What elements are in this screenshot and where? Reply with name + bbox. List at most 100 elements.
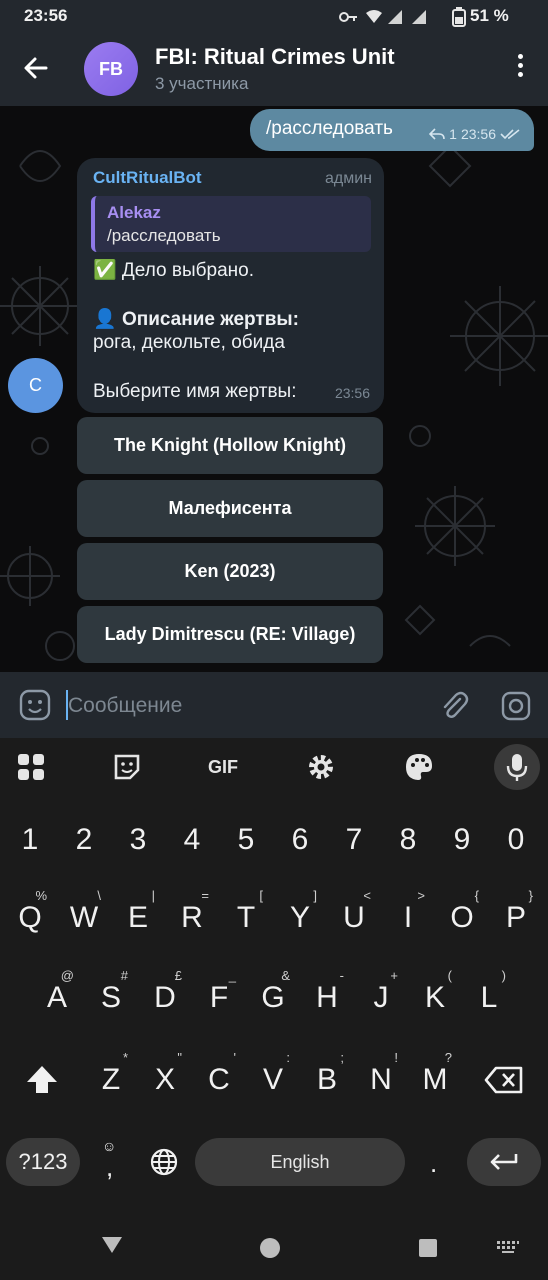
- member-count: 3 участника: [155, 74, 249, 93]
- key-h[interactable]: H-: [302, 966, 352, 1030]
- camera-icon[interactable]: [500, 690, 532, 722]
- keyboard-toolbar: GIF: [0, 738, 548, 796]
- back-arrow-icon[interactable]: [18, 50, 54, 86]
- nav-home-icon[interactable]: [259, 1237, 281, 1259]
- gif-button[interactable]: GIF: [206, 750, 240, 784]
- key-l-label: L: [480, 981, 498, 1014]
- key-v[interactable]: V:: [248, 1048, 298, 1112]
- key-s[interactable]: S #: [86, 966, 136, 1030]
- key-l[interactable]: L): [464, 966, 514, 1030]
- key-5[interactable]: 5: [221, 808, 271, 872]
- key-9[interactable]: 9: [437, 808, 487, 872]
- key-i[interactable]: I >: [383, 886, 433, 950]
- key-x[interactable]: X ": [140, 1048, 190, 1112]
- key-b[interactable]: B;: [302, 1048, 352, 1112]
- key-y[interactable]: Y]: [275, 886, 325, 950]
- inline-button-option-4[interactable]: Lady Dimitrescu (RE: Village): [77, 606, 383, 663]
- sticker-emoji-icon[interactable]: [18, 688, 52, 722]
- apps-grid-icon[interactable]: [14, 750, 48, 784]
- key-1[interactable]: 1: [5, 808, 55, 872]
- key-e[interactable]: E |: [113, 886, 163, 950]
- status-icons: [339, 10, 426, 24]
- key-n-label: N: [370, 1063, 392, 1096]
- incoming-message[interactable]: CultRitualBot админ Alekaz /расследовать…: [77, 158, 384, 413]
- emoji-comma-key[interactable]: ☺ ,: [92, 1136, 128, 1188]
- key-6[interactable]: 6: [275, 808, 325, 872]
- key-0[interactable]: 0: [491, 808, 541, 872]
- key-d[interactable]: D £: [140, 966, 190, 1030]
- key-m-alt: ?: [444, 1050, 452, 1065]
- key-m-label: M: [422, 1063, 448, 1096]
- key-a-alt: @: [60, 968, 74, 983]
- microphone-icon[interactable]: [500, 750, 534, 784]
- sticker-icon[interactable]: [110, 750, 144, 784]
- key-f[interactable]: F _: [194, 966, 244, 1030]
- key-t[interactable]: T[: [221, 886, 271, 950]
- attach-icon[interactable]: [438, 690, 470, 722]
- key-c[interactable]: C ': [194, 1048, 244, 1112]
- period-key[interactable]: .: [430, 1148, 437, 1179]
- key-j[interactable]: J +: [356, 966, 406, 1030]
- key-r[interactable]: R =: [167, 886, 217, 950]
- nav-back-icon[interactable]: [100, 1235, 124, 1255]
- message-input[interactable]: Сообщение: [68, 694, 182, 718]
- key-n[interactable]: N!: [356, 1048, 406, 1112]
- victim-description-label: Описание жертвы:: [121, 309, 299, 330]
- backspace-icon[interactable]: [484, 1066, 524, 1094]
- key-3[interactable]: 3: [113, 808, 163, 872]
- group-avatar[interactable]: FB: [84, 42, 138, 96]
- key-g[interactable]: G &: [248, 966, 298, 1030]
- key-f-label: F: [209, 981, 229, 1014]
- key-q-label: Q: [18, 901, 42, 934]
- key-7[interactable]: 7: [329, 808, 379, 872]
- key-q[interactable]: Q%: [5, 886, 55, 950]
- more-menu-icon[interactable]: [514, 54, 526, 84]
- key-b-label: B: [316, 1063, 337, 1096]
- inline-button-option-3[interactable]: Ken (2023): [77, 543, 383, 600]
- inline-button-option-2[interactable]: Малефисента: [77, 480, 383, 537]
- key-k-label: K: [424, 981, 445, 1014]
- key-u[interactable]: U <: [329, 886, 379, 950]
- inline-button-option-1[interactable]: The Knight (Hollow Knight): [77, 417, 383, 474]
- key-o[interactable]: O{: [437, 886, 487, 950]
- key-c-label: C: [208, 1063, 230, 1096]
- victim-description-heading: 👤 Описание жертвы:: [93, 307, 299, 331]
- key-m[interactable]: M?: [410, 1048, 460, 1112]
- key-w-alt: \: [97, 888, 101, 903]
- key-w-label: W: [69, 901, 99, 934]
- key-4[interactable]: 4: [167, 808, 217, 872]
- keyboard-switch-icon[interactable]: [496, 1240, 520, 1254]
- key-r-label: R: [181, 901, 203, 934]
- key-z[interactable]: Z *: [86, 1048, 136, 1112]
- key-b-alt: ;: [340, 1050, 344, 1065]
- sender-name[interactable]: CultRitualBot: [93, 168, 202, 188]
- key-8[interactable]: 8: [383, 808, 433, 872]
- enter-key[interactable]: [467, 1138, 541, 1186]
- symbols-key[interactable]: ?123: [6, 1138, 80, 1186]
- nav-recents-icon[interactable]: [418, 1238, 438, 1258]
- key-l-alt: ): [501, 968, 506, 983]
- space-bar[interactable]: English: [195, 1138, 405, 1186]
- case-selected-line: ✅ Дело выбрано.: [93, 260, 254, 281]
- key-h-label: H: [316, 981, 338, 1014]
- key-c-alt: ': [233, 1050, 236, 1065]
- key-i-alt: >: [417, 888, 425, 903]
- reply-quote[interactable]: Alekaz /расследовать: [91, 196, 371, 252]
- globe-icon[interactable]: [150, 1148, 178, 1176]
- palette-icon[interactable]: [402, 750, 436, 784]
- shift-icon[interactable]: [24, 1064, 60, 1096]
- key-i-label: I: [403, 901, 413, 934]
- key-w[interactable]: W \: [59, 886, 109, 950]
- key-p[interactable]: P}: [491, 886, 541, 950]
- outgoing-message[interactable]: /расследовать 1 23:56: [250, 109, 534, 151]
- key-t-label: T: [236, 901, 256, 934]
- key-k[interactable]: K(: [410, 966, 460, 1030]
- key-z-alt: *: [122, 1050, 128, 1065]
- bot-avatar[interactable]: C: [8, 358, 63, 413]
- victim-description-text: рога, декольте, обида: [93, 332, 285, 353]
- key-a[interactable]: A @: [32, 966, 82, 1030]
- settings-gear-icon[interactable]: [304, 750, 338, 784]
- chat-title[interactable]: FBI: Ritual Crimes Unit: [155, 44, 395, 70]
- reply-author: Alekaz: [107, 203, 161, 222]
- key-2[interactable]: 2: [59, 808, 109, 872]
